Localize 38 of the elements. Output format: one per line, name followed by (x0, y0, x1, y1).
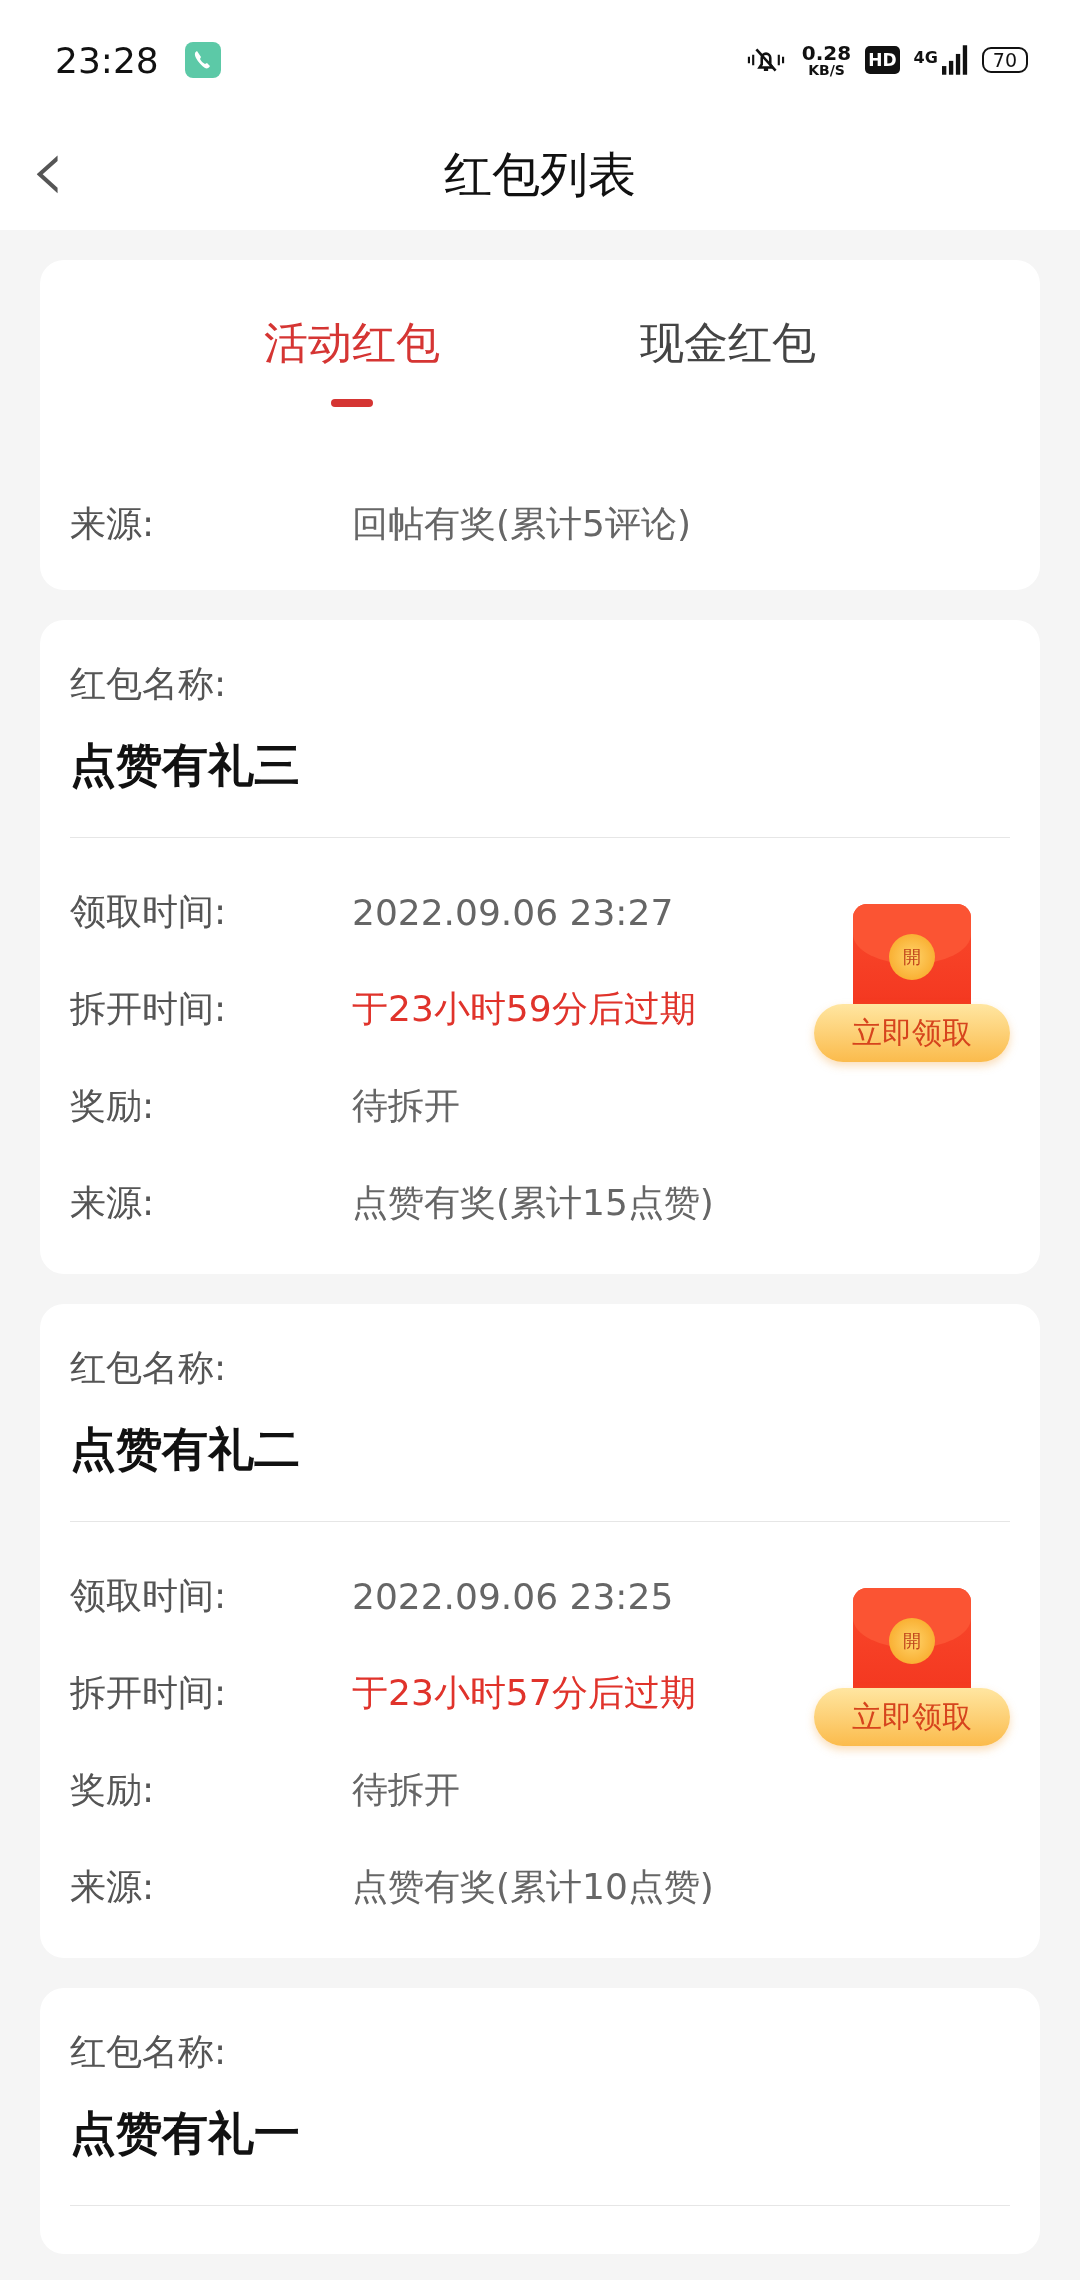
field-value: 于23小时59分后过期 (352, 987, 696, 1031)
field-label: 拆开时间: (70, 987, 228, 1031)
claim-button[interactable]: 立即领取 (814, 1688, 1010, 1746)
field-label: 拆开时间: (70, 1671, 228, 1715)
phone-icon (184, 42, 221, 78)
name-label: 红包名称: (70, 1346, 228, 1390)
field-label: 奖励: (70, 1084, 156, 1128)
battery-indicator: 70 (981, 47, 1028, 73)
page-title: 红包列表 (444, 145, 636, 204)
field-value: 于23小时57分后过期 (352, 1671, 696, 1715)
signal-icon (941, 44, 968, 76)
network-type: 4G (913, 48, 938, 67)
claim-button[interactable]: 立即领取 (814, 1004, 1010, 1062)
network-speed: 0.28 (801, 43, 852, 63)
field-value: 回帖有奖(累计5评论) (352, 501, 691, 546)
speed-unit: KB/S (808, 63, 845, 77)
field-label: 领取时间: (70, 890, 228, 934)
field-label: 来源: (70, 1181, 156, 1225)
tab[interactable]: 现金红包 (640, 303, 816, 407)
back-button[interactable]: ‹ (30, 130, 66, 210)
name-label: 红包名称: (70, 2030, 228, 2074)
field-label: 来源: (70, 501, 156, 546)
packet-name: 点赞有礼三 (70, 737, 301, 794)
field-value: 点赞有奖(累计10点赞) (352, 1865, 714, 1909)
packet-name: 点赞有礼二 (70, 1421, 301, 1478)
hd-badge: HD (865, 46, 900, 74)
field-label: 领取时间: (70, 1574, 228, 1618)
field-label: 奖励: (70, 1768, 156, 1812)
field-value: 点赞有奖(累计15点赞) (352, 1181, 714, 1225)
field-value: 2022.09.06 23:25 (352, 1576, 674, 1617)
status-time: 23:28 (55, 39, 159, 81)
field-value: 待拆开 (352, 1768, 460, 1812)
tab[interactable]: 活动红包 (264, 303, 440, 407)
packet-name: 点赞有礼一 (70, 2105, 301, 2162)
field-value: 待拆开 (352, 1084, 460, 1128)
field-label: 来源: (70, 1865, 156, 1909)
field-value: 2022.09.06 23:27 (352, 892, 674, 933)
name-label: 红包名称: (70, 662, 228, 706)
